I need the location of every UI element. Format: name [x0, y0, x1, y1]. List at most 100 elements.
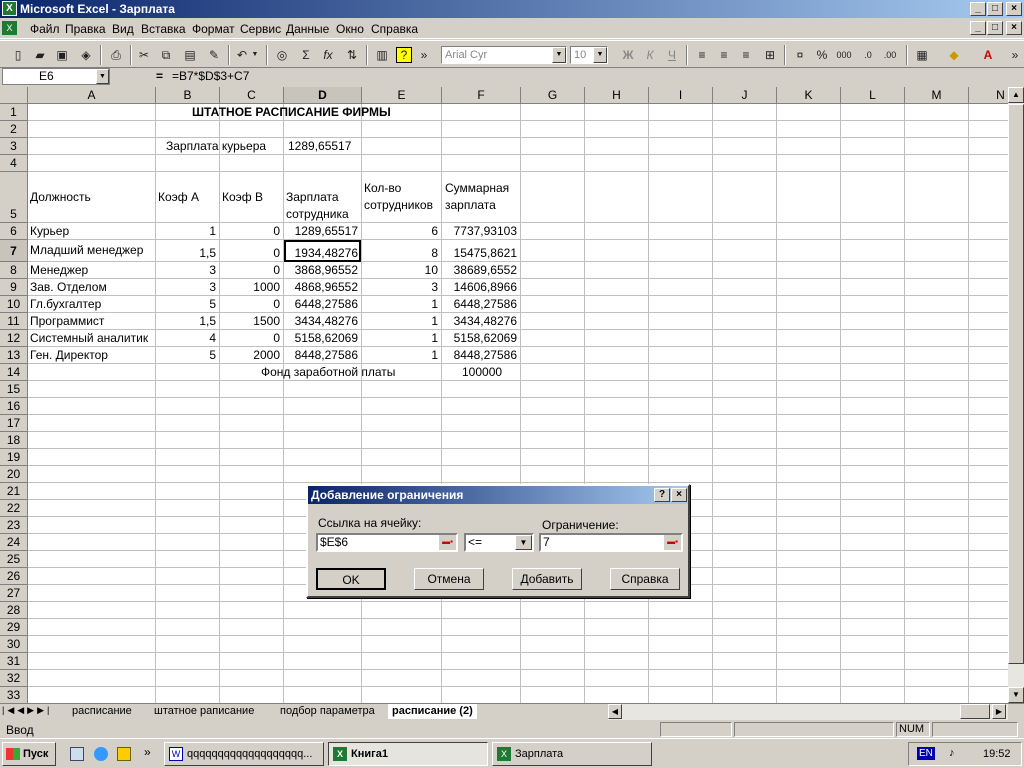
italic-icon[interactable]: К: [640, 45, 660, 65]
row-header[interactable]: 1: [0, 104, 28, 121]
cell-coef-b[interactable]: 1000: [220, 281, 280, 294]
volume-icon[interactable]: ♪: [949, 747, 955, 759]
column-header[interactable]: F: [442, 87, 521, 104]
cell-coef-a[interactable]: 1,5: [156, 315, 216, 328]
media-icon[interactable]: [117, 747, 131, 761]
row-header[interactable]: 33: [0, 687, 28, 703]
bold-icon[interactable]: Ж: [618, 45, 638, 65]
permission-icon[interactable]: ◈: [76, 45, 96, 65]
scroll-right-icon[interactable]: ▶: [992, 704, 1006, 719]
cell-ref-input[interactable]: $E$6 ▬▪: [316, 533, 458, 552]
collapse-dialog-icon[interactable]: ▬▪: [664, 535, 681, 550]
workbook-icon[interactable]: X: [2, 21, 17, 35]
cell-position[interactable]: Младший менеджер: [30, 244, 143, 257]
column-header[interactable]: E: [362, 87, 442, 104]
cell-count[interactable]: 10: [362, 264, 438, 277]
collapse-dialog-icon[interactable]: ▬▪: [439, 535, 456, 550]
tab-sheet[interactable]: штатное раписание: [150, 704, 258, 719]
row-header[interactable]: 20: [0, 466, 28, 483]
column-header[interactable]: G: [521, 87, 585, 104]
font-name-select[interactable]: Arial Cyr ▼: [441, 46, 567, 64]
taskbar-item-word[interactable]: W qqqqqqqqqqqqqqqqqqq...: [164, 742, 324, 766]
maximize-button[interactable]: □: [987, 2, 1003, 16]
tab-scroll-icons[interactable]: |◀◀▶▶|: [2, 705, 52, 716]
cell-count[interactable]: 1: [362, 349, 438, 362]
cell-total[interactable]: 3434,48276: [442, 315, 517, 328]
column-header[interactable]: D: [284, 87, 362, 104]
cell-position[interactable]: Программист: [30, 315, 104, 328]
toolbar-more-icon[interactable]: »: [418, 45, 430, 65]
cell-salary[interactable]: 3868,96552: [284, 264, 358, 277]
undo-dropdown-icon[interactable]: ▼: [250, 45, 260, 65]
thousands-icon[interactable]: 000: [834, 45, 854, 65]
cell-total[interactable]: 7737,93103: [442, 225, 517, 238]
decrease-decimal-icon[interactable]: .00: [880, 45, 900, 65]
select-all-corner[interactable]: [0, 87, 28, 104]
borders-icon[interactable]: ▦: [912, 45, 932, 65]
print-icon[interactable]: ⎙: [106, 45, 126, 65]
column-header[interactable]: I: [649, 87, 713, 104]
cell-coef-a[interactable]: 4: [156, 332, 216, 345]
doc-minimize-button[interactable]: _: [970, 21, 986, 35]
cell-coef-a[interactable]: 5: [156, 349, 216, 362]
align-center-icon[interactable]: ≡: [714, 45, 734, 65]
paste-icon[interactable]: ▤: [180, 45, 200, 65]
browser-icon[interactable]: [94, 747, 108, 761]
row-header[interactable]: 11: [0, 313, 28, 330]
cell-total[interactable]: 38689,6552: [442, 264, 517, 277]
cell-coef-b[interactable]: 0: [220, 332, 280, 345]
column-header[interactable]: J: [713, 87, 777, 104]
autosum-icon[interactable]: Σ: [296, 45, 316, 65]
row-header[interactable]: 7: [0, 240, 28, 262]
row-header[interactable]: 22: [0, 500, 28, 517]
cell-salary[interactable]: 6448,27586: [284, 298, 358, 311]
currency-icon[interactable]: ¤: [790, 45, 810, 65]
undo-icon[interactable]: ↶: [232, 45, 252, 65]
menu-edit[interactable]: Правка: [65, 22, 106, 36]
tab-sheet-active[interactable]: расписание (2): [388, 704, 477, 719]
fill-color-icon[interactable]: ◆: [944, 45, 964, 65]
copy-icon[interactable]: ⧉: [156, 45, 176, 65]
chart-icon[interactable]: ▥: [372, 45, 392, 65]
cell-position[interactable]: Гл.бухгалтер: [30, 298, 101, 311]
taskbar-item-salary[interactable]: X Зарплата: [492, 742, 652, 766]
cell-salary[interactable]: 1289,65517: [284, 225, 358, 238]
row-header[interactable]: 4: [0, 155, 28, 172]
cell-position[interactable]: Системный аналитик: [30, 332, 148, 345]
quicklaunch-more-icon[interactable]: »: [144, 745, 151, 759]
vertical-scrollbar[interactable]: ▲ ▼: [1008, 87, 1024, 703]
cell-count[interactable]: 8: [362, 247, 438, 260]
cell-coef-a[interactable]: 3: [156, 264, 216, 277]
font-size-select[interactable]: 10 ▼: [570, 46, 608, 64]
row-header[interactable]: 16: [0, 398, 28, 415]
cell-coef-b[interactable]: 1500: [220, 315, 280, 328]
cell-salary[interactable]: 3434,48276: [284, 315, 358, 328]
menu-tools[interactable]: Сервис: [240, 22, 281, 36]
row-header[interactable]: 27: [0, 585, 28, 602]
hscroll-thumb[interactable]: [960, 704, 990, 719]
row-header[interactable]: 19: [0, 449, 28, 466]
increase-decimal-icon[interactable]: .0: [858, 45, 878, 65]
doc-restore-button[interactable]: □: [987, 21, 1003, 35]
row-header[interactable]: 29: [0, 619, 28, 636]
chevron-down-icon[interactable]: ▼: [552, 47, 566, 63]
column-header[interactable]: K: [777, 87, 841, 104]
cell-position[interactable]: Курьер: [30, 225, 69, 238]
toolbar-more-icon-2[interactable]: »: [1008, 45, 1022, 65]
cell-salary[interactable]: 4868,96552: [284, 281, 358, 294]
chevron-down-icon[interactable]: ▼: [593, 47, 607, 63]
cell-total[interactable]: 6448,27586: [442, 298, 517, 311]
underline-icon[interactable]: Ч: [662, 45, 682, 65]
menu-help[interactable]: Справка: [371, 22, 418, 36]
cell-count[interactable]: 3: [362, 281, 438, 294]
row-header[interactable]: 18: [0, 432, 28, 449]
row-header[interactable]: 21: [0, 483, 28, 500]
cell-coef-a[interactable]: 1: [156, 225, 216, 238]
function-icon[interactable]: fx: [318, 45, 338, 65]
row-header[interactable]: 28: [0, 602, 28, 619]
column-header[interactable]: A: [28, 87, 156, 104]
row-header[interactable]: 15: [0, 381, 28, 398]
row-header[interactable]: 6: [0, 223, 28, 240]
menu-format[interactable]: Формат: [192, 22, 235, 36]
cell-coef-b[interactable]: 0: [220, 225, 280, 238]
